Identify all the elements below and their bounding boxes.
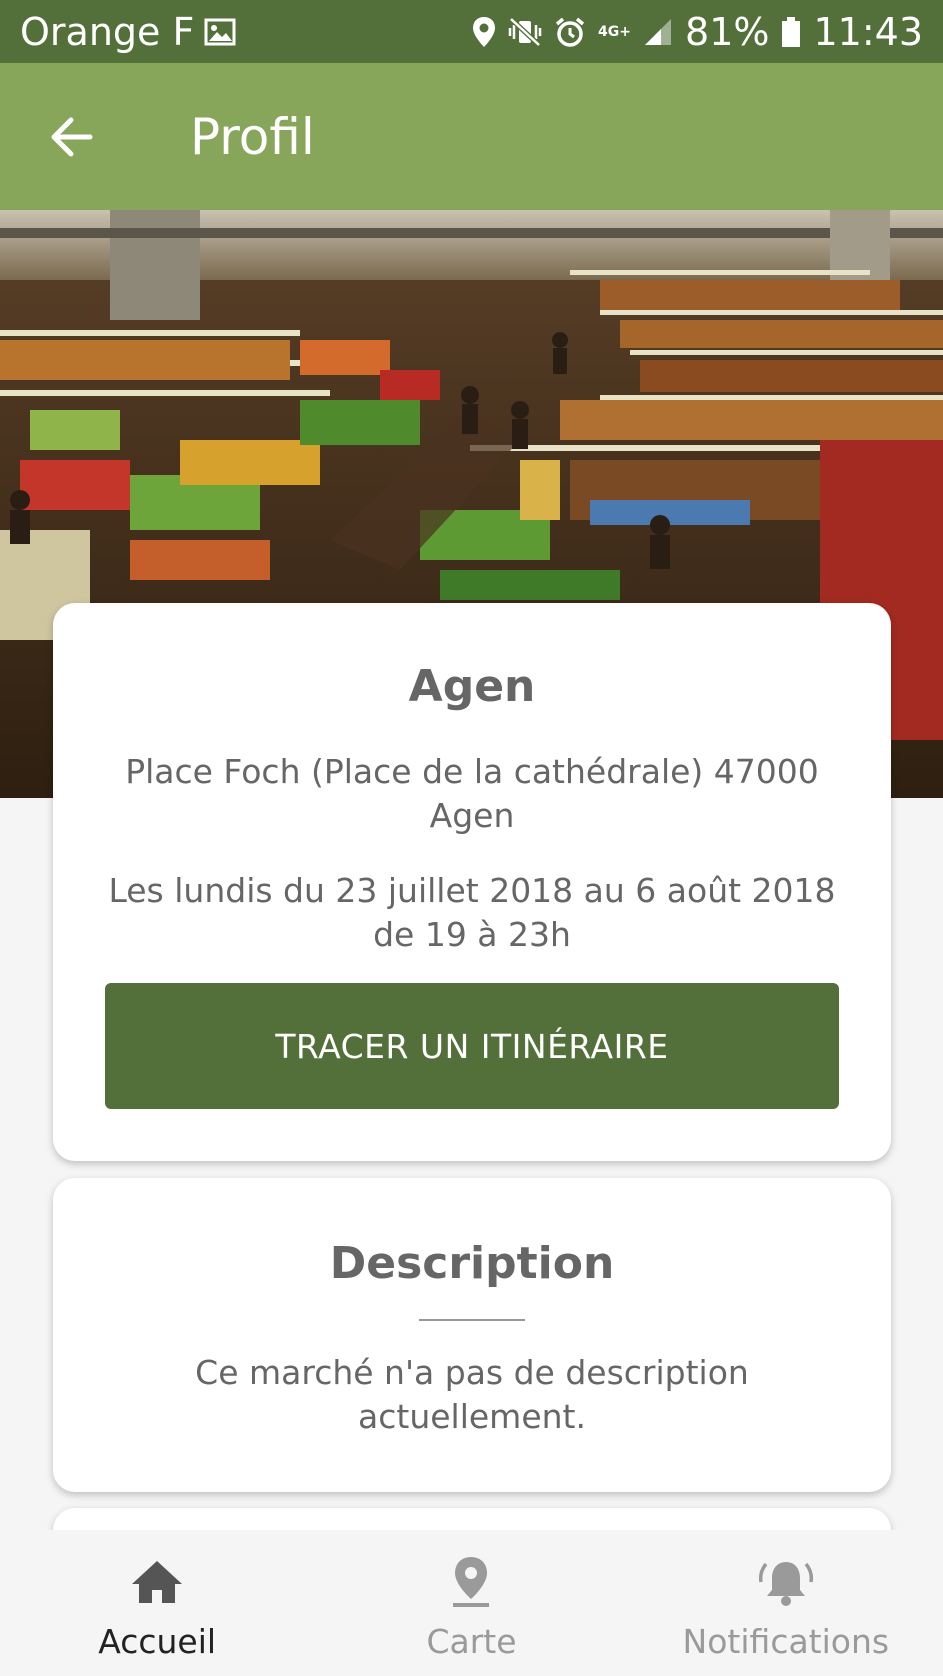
nav-label-accueil: Accueil: [98, 1622, 217, 1661]
description-title: Description: [329, 1238, 615, 1289]
status-right: 4G+ 81% 11:43: [472, 10, 923, 54]
battery-percent: 81%: [685, 9, 770, 54]
vibrate-mute-icon: [508, 16, 542, 48]
description-divider: [419, 1319, 525, 1321]
image-notification-icon: [204, 18, 236, 46]
status-left: Orange F: [20, 10, 236, 54]
market-name: Agen: [408, 661, 536, 712]
description-text: Ce marché n'a pas de description actuell…: [195, 1353, 749, 1436]
nav-label-notifications: Notifications: [682, 1622, 890, 1661]
nav-item-carte[interactable]: Carte: [314, 1530, 628, 1676]
alarm-icon: [554, 16, 586, 48]
network-type: 4G+: [598, 23, 632, 40]
bell-icon: [756, 1552, 816, 1612]
home-icon: [127, 1552, 187, 1612]
description-card: Description Ce marché n'a pas de descrip…: [53, 1178, 891, 1492]
location-icon: [472, 16, 496, 48]
nav-item-notifications[interactable]: Notifications: [629, 1530, 943, 1676]
market-schedule: Les lundis du 23 juillet 2018 au 6 août …: [108, 871, 836, 954]
nav-item-accueil[interactable]: Accueil: [0, 1530, 314, 1676]
battery-icon: [781, 16, 801, 48]
market-address: Place Foch (Place de la cathédrale) 4700…: [125, 752, 819, 835]
trace-route-button[interactable]: TRACER UN ITINÉRAIRE: [105, 983, 839, 1109]
arrow-left-icon: [51, 117, 93, 156]
signal-icon: [643, 17, 673, 47]
map-pin-icon: [441, 1552, 501, 1612]
back-button[interactable]: [26, 92, 116, 182]
market-info-card: Agen Place Foch (Place de la cathédrale)…: [53, 603, 891, 1161]
page-title: Profil: [190, 107, 315, 166]
status-bar: Orange F 4G+ 81% 11:43: [0, 0, 943, 63]
carrier-label: Orange F: [20, 9, 195, 54]
clock: 11:43: [813, 9, 923, 54]
nav-label-carte: Carte: [426, 1622, 517, 1661]
app-bar: Profil: [0, 63, 943, 210]
bottom-navigation: Accueil Carte Notifications: [0, 1530, 943, 1676]
